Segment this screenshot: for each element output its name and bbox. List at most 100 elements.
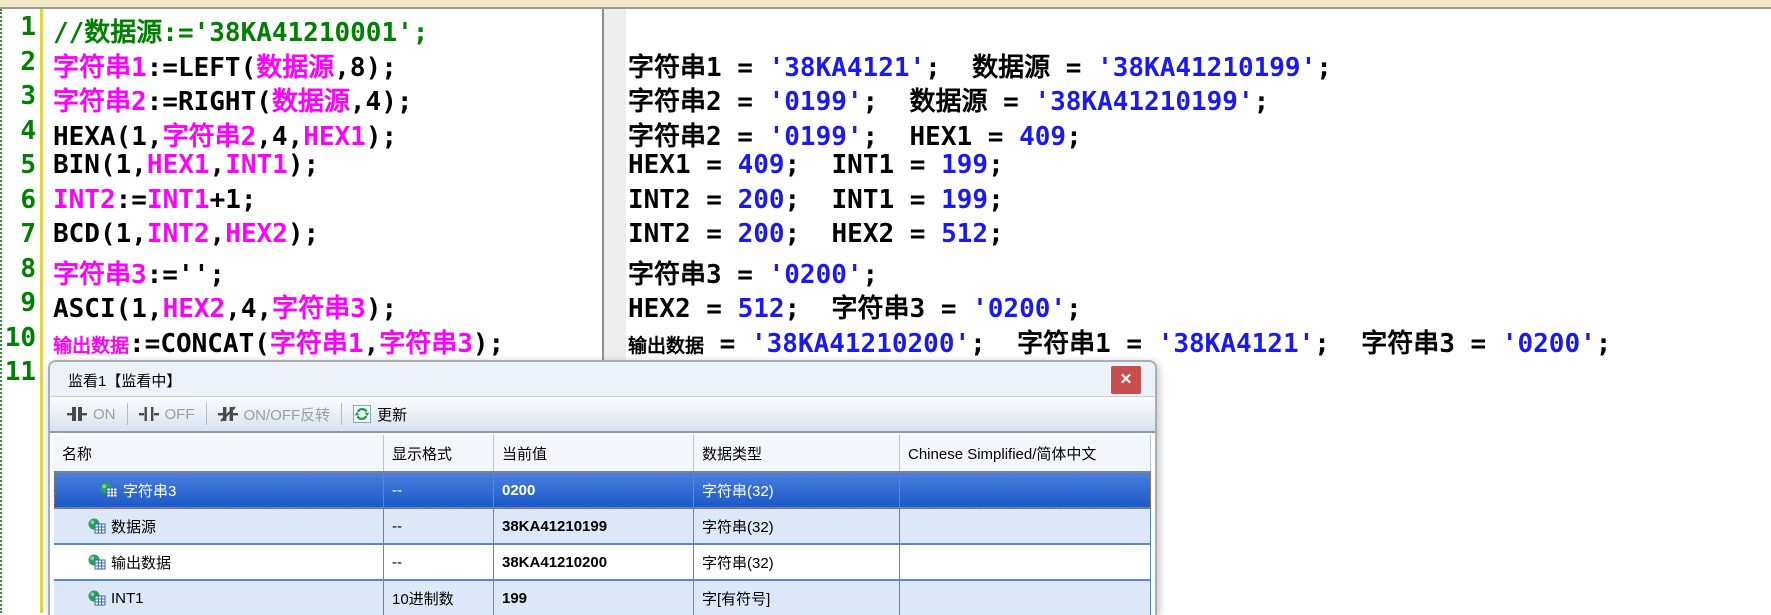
value-name: = xyxy=(704,329,751,359)
column-header[interactable]: 数据类型 xyxy=(694,435,900,471)
value-name: 字符串1 = xyxy=(628,53,769,83)
line-number: 9 xyxy=(0,288,36,323)
code-text: 字符串1:=LEFT(数据源,8); xyxy=(53,47,397,82)
value-name: ; xyxy=(1066,294,1082,324)
code-token: 字符串1 xyxy=(270,329,364,359)
column-header[interactable]: 显示格式 xyxy=(384,435,494,471)
toolbar-button-label: ON xyxy=(93,406,116,423)
value-literal: '0200' xyxy=(769,260,863,290)
code-token: +1; xyxy=(210,185,257,215)
value-literal: '38KA41210199' xyxy=(1034,87,1253,117)
value-literal: '38KA4121' xyxy=(1158,329,1315,359)
cell-value: 199 xyxy=(494,581,694,615)
code-token: :=CONCAT( xyxy=(129,329,270,359)
code-line[interactable]: 8 字符串3:=''; xyxy=(0,254,596,289)
value-name: HEX2 = xyxy=(628,294,738,324)
variable-icon xyxy=(88,590,106,606)
value-name: ; xyxy=(1254,87,1270,117)
close-button[interactable]: ✕ xyxy=(1111,366,1141,394)
code-line[interactable]: 3字符串2:=RIGHT(数据源,4); xyxy=(0,81,596,116)
code-text: BCD(1,INT2,HEX2); xyxy=(53,219,319,254)
line-number: 5 xyxy=(0,150,36,185)
code-token: 字符串2 xyxy=(163,122,257,152)
table-row[interactable]: 字符串3--0200字符串(32) xyxy=(54,473,1151,509)
code-token: //数据源:='38KA41210001'; xyxy=(53,18,428,48)
code-line[interactable]: 2 字符串1:=LEFT(数据源,8); xyxy=(0,47,596,82)
column-header[interactable]: 当前值 xyxy=(494,435,694,471)
code-token: , xyxy=(210,150,226,180)
table-row[interactable]: INT110进制数199字[有符号] xyxy=(54,581,1151,615)
toolbar-button-on[interactable]: ON xyxy=(58,401,125,427)
watch-title-bar[interactable]: 监看1【监看中】 ✕ xyxy=(50,362,1155,397)
toolbar-separator xyxy=(206,403,207,425)
code-text: HEXA(1,字符串2,4,HEX1); xyxy=(53,116,397,151)
code-token: , xyxy=(364,329,380,359)
code-token: :=RIGHT( xyxy=(147,87,272,117)
code-token: 输出数据 xyxy=(53,335,129,357)
value-line: INT2 = 200; INT1 = 199; xyxy=(628,185,1611,220)
value-name: ; xyxy=(988,219,1004,249)
code-line[interactable]: 1//数据源:='38KA41210001'; xyxy=(0,12,596,47)
variable-name: 字符串3 xyxy=(123,480,176,501)
code-line[interactable]: 10输出数据:=CONCAT(字符串1,字符串3); xyxy=(0,323,596,358)
code-token: ASCI(1, xyxy=(53,294,163,324)
code-token: HEX2 xyxy=(225,219,288,249)
variable-name: INT1 xyxy=(111,590,144,607)
value-name: 字符串2 = xyxy=(628,122,769,152)
toolbar-button-on-off-[interactable]: ON/OFF反转 xyxy=(209,401,340,427)
cell-value: 0200 xyxy=(494,473,694,507)
toolbar-button-label: 更新 xyxy=(377,404,407,425)
value-literal: '0199' xyxy=(769,122,863,152)
live-values-pane: 字符串1 = '38KA4121' ; 数据源 = '38KA41210199';… xyxy=(628,12,1611,392)
table-row[interactable]: 数据源--38KA41210199字符串(32) xyxy=(54,509,1151,545)
code-token: 字符串1 xyxy=(53,53,147,83)
code-line[interactable]: 9ASCI(1,HEX2,4,字符串3); xyxy=(0,288,596,323)
code-token: ,8); xyxy=(334,53,397,83)
column-header[interactable]: 名称 xyxy=(54,435,384,471)
code-text: //数据源:='38KA41210001'; xyxy=(53,12,428,47)
watch-window: 监看1【监看中】 ✕ ON OFFON/OFF反转 更新 名称显示格式当前值数据类型… xyxy=(48,360,1157,615)
watch-title: 监看1【监看中】 xyxy=(68,370,181,391)
code-line[interactable]: 6INT2:=INT1+1; xyxy=(0,185,596,220)
value-name: ; 数据源 = xyxy=(925,53,1097,83)
value-line: HEX2 = 512; 字符串3 = '0200'; xyxy=(628,288,1611,323)
cell-type: 字符串(32) xyxy=(694,473,900,507)
value-literal: 512 xyxy=(941,219,988,249)
refresh-icon xyxy=(353,405,371,423)
value-literal: 409 xyxy=(738,150,785,180)
code-text: 字符串3:=''; xyxy=(53,254,225,289)
code-token: ,4); xyxy=(350,87,413,117)
code-token: 数据源 xyxy=(272,87,350,117)
variable-icon xyxy=(88,518,106,534)
column-header[interactable]: Chinese Simplified/简体中文 xyxy=(900,435,1151,471)
line-number: 8 xyxy=(0,254,36,289)
value-line: 输出数据 = '38KA41210200'; 字符串1 = '38KA4121'… xyxy=(628,323,1611,358)
value-literal: 200 xyxy=(738,185,785,215)
cell-format: 10进制数 xyxy=(384,581,494,615)
code-editor[interactable]: 1//数据源:='38KA41210001';2 字符串1:=LEFT(数据源,8… xyxy=(0,12,596,392)
code-token: BIN(1, xyxy=(53,150,147,180)
toolbar-button--[interactable]: 更新 xyxy=(344,401,416,427)
value-literal: '0200' xyxy=(972,294,1066,324)
cell-name: INT1 xyxy=(54,581,384,615)
code-line[interactable]: 5 BIN(1,HEX1,INT1); xyxy=(0,150,596,185)
watch-table-header: 名称显示格式当前值数据类型Chinese Simplified/简体中文 xyxy=(54,435,1151,473)
line-number: 7 xyxy=(0,219,36,254)
code-line[interactable]: 4HEXA(1,字符串2,4,HEX1); xyxy=(0,116,596,151)
cell-name: 输出数据 xyxy=(54,545,384,579)
code-token: ); xyxy=(473,329,504,359)
code-token: 字符串3 xyxy=(379,329,473,359)
table-row[interactable]: 输出数据--38KA41210200字符串(32) xyxy=(54,545,1151,581)
value-literal: '0199' xyxy=(769,87,863,117)
value-name: ; 数据源 = xyxy=(863,87,1035,117)
code-line[interactable]: 7 BCD(1,INT2,HEX2); xyxy=(0,219,596,254)
toolbar-button-off[interactable]: OFF xyxy=(130,401,204,427)
value-line: 字符串2 = '0199'; HEX1 = 409; xyxy=(628,116,1611,151)
variable-name: 数据源 xyxy=(111,516,156,537)
line-number: 2 xyxy=(0,47,36,82)
value-name: ; 字符串3 = xyxy=(1314,329,1502,359)
code-text: BIN(1,HEX1,INT1); xyxy=(53,150,319,185)
cell-format: -- xyxy=(384,509,494,543)
value-name: ; HEX1 = xyxy=(863,122,1020,152)
watch-table: 名称显示格式当前值数据类型Chinese Simplified/简体中文 字符串… xyxy=(54,435,1151,615)
